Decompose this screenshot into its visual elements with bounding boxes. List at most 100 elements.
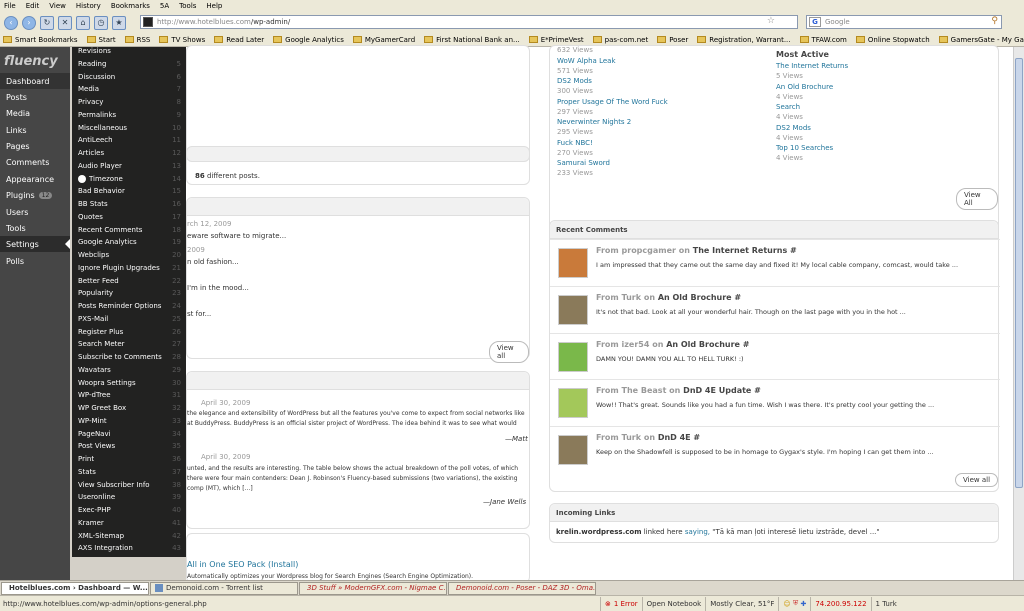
search-icon[interactable]: ⚲	[991, 16, 998, 26]
puzzle-icon[interactable]: ✚	[800, 600, 806, 608]
menu-history[interactable]: History	[76, 2, 101, 10]
menu-edit[interactable]: Edit	[26, 2, 40, 10]
settings-submenu-articles[interactable]: Articles 12	[78, 147, 184, 159]
tab-3d-stuff[interactable]: 3D Stuff » ModernGFX.com - Nigmae C...	[299, 581, 447, 595]
popular-1-title[interactable]: WoW Alpha Leak	[557, 57, 616, 65]
bookmark-first-national-bank[interactable]: First National Bank an...	[424, 36, 520, 44]
plugin-install-link[interactable]: All in One SEO Pack (Install)	[187, 560, 298, 569]
incoming-source[interactable]: krelin.wordpress.com	[556, 528, 642, 536]
settings-submenu-pxs-mail[interactable]: PXS-Mail 25	[78, 313, 184, 325]
settings-submenu-kramer[interactable]: Kramer 41	[78, 517, 184, 529]
bookmark-pas-com[interactable]: pas-com.net	[592, 36, 648, 44]
settings-submenu-privacy[interactable]: Privacy 8	[78, 96, 184, 108]
weather-indicator[interactable]: Mostly Clear, 51°F	[705, 596, 778, 611]
bookmark-tfaw[interactable]: TFAW.com	[799, 36, 847, 44]
tab-demonoid-torrents[interactable]: Demonoid.com - Torrent list	[150, 581, 298, 595]
settings-submenu-wavatars[interactable]: Wavatars 29	[78, 364, 184, 376]
settings-submenu-popularity[interactable]: Popularity 23	[78, 287, 184, 299]
sidebar-item-links[interactable]: Links	[0, 122, 70, 138]
comment-post-link[interactable]: The Internet Returns #	[693, 246, 797, 255]
bookmark-registration[interactable]: Registration, Warrant...	[697, 36, 791, 44]
settings-submenu-media[interactable]: Media 7	[78, 83, 184, 95]
popular-5-title[interactable]: Fuck NBC!	[557, 139, 593, 147]
settings-submenu-quotes[interactable]: Quotes 17	[78, 211, 184, 223]
back-icon[interactable]: ‹	[4, 15, 18, 30]
bookmark-poser[interactable]: Poser	[657, 36, 688, 44]
bookmark-mygamercard[interactable]: MyGamerCard	[352, 36, 415, 44]
bookmark-rss[interactable]: RSS	[124, 36, 150, 44]
history-icon[interactable]: ◷	[94, 15, 108, 30]
popular-6-title[interactable]: Samurai Sword	[557, 159, 610, 167]
bookmark-online-stopwatch[interactable]: Online Stopwatch	[855, 36, 930, 44]
settings-submenu-print[interactable]: Print 36	[78, 453, 184, 465]
url-input[interactable]: http://www.hotelblues.com/wp-admin/ ☆	[140, 15, 798, 29]
bookmark-eprimevest[interactable]: E*PrimeVest	[528, 36, 584, 44]
settings-submenu-posts-reminder-options[interactable]: Posts Reminder Options 24	[78, 300, 184, 312]
settings-submenu-permalinks[interactable]: Permalinks 9	[78, 109, 184, 121]
active-3-title[interactable]: Search	[776, 103, 800, 111]
bookmark-start[interactable]: Start	[86, 36, 116, 44]
settings-submenu-discussion[interactable]: Discussion 6	[78, 71, 184, 83]
sidebar-item-plugins[interactable]: Plugins 12	[0, 187, 70, 203]
settings-submenu-miscellaneous[interactable]: Miscellaneous 10	[78, 122, 184, 134]
settings-submenu-post-views[interactable]: Post Views 35	[78, 440, 184, 452]
settings-submenu-xml-sitemap[interactable]: XML-Sitemap 42	[78, 530, 184, 542]
settings-submenu-stats[interactable]: Stats 37	[78, 466, 184, 478]
settings-submenu-bb-stats[interactable]: BB Stats 16	[78, 198, 184, 210]
settings-submenu-exec-php[interactable]: Exec-PHP 40	[78, 504, 184, 516]
open-notebook-button[interactable]: Open Notebook	[641, 596, 706, 611]
popular-4-title[interactable]: Neverwinter Nights 2	[557, 118, 631, 126]
settings-submenu-recent-comments[interactable]: Recent Comments 18	[78, 224, 184, 236]
settings-submenu-wp-greet-box[interactable]: WP Greet Box 32	[78, 402, 184, 414]
shield-icon[interactable]: ⛨	[793, 599, 798, 608]
sidebar-item-appearance[interactable]: Appearance	[0, 171, 70, 187]
sidebar-item-settings[interactable]: Settings	[0, 236, 70, 252]
bookmark-google-analytics[interactable]: Google Analytics	[273, 36, 344, 44]
forward-icon[interactable]: ›	[22, 15, 36, 30]
bookmark-read-later[interactable]: Read Later	[214, 36, 264, 44]
page-scrollbar[interactable]	[1013, 47, 1024, 580]
settings-submenu-webclips[interactable]: Webclips 20	[78, 249, 184, 261]
settings-submenu-audio-player[interactable]: Audio Player 13	[78, 160, 184, 172]
google-icon[interactable]: G	[809, 17, 821, 27]
menu-bookmarks[interactable]: Bookmarks	[111, 2, 150, 10]
tab-hotelblues[interactable]: Hotelblues.com › Dashboard — W...	[1, 581, 149, 595]
sidebar-item-dashboard[interactable]: Dashboard	[0, 73, 70, 89]
sidebar-item-users[interactable]: Users	[0, 204, 70, 220]
sidebar-item-polls[interactable]: Polls	[0, 253, 70, 269]
sidebar-item-comments[interactable]: Comments	[0, 154, 70, 170]
menu-5a[interactable]: 5A	[160, 2, 169, 10]
active-1-title[interactable]: The Internet Returns	[776, 62, 848, 70]
smiley-icon[interactable]: ☺	[783, 600, 790, 608]
drafts-view-all-button[interactable]: View all	[489, 341, 529, 363]
bookmark-gamersgate[interactable]: GamersGate - My Ga...	[938, 36, 1024, 44]
popular-view-all-button[interactable]: View All	[956, 188, 998, 210]
comment-post-link[interactable]: An Old Brochure #	[666, 340, 749, 349]
sidebar-item-tools[interactable]: Tools	[0, 220, 70, 236]
scrollbar-thumb[interactable]	[1015, 58, 1023, 488]
home-icon[interactable]: ⌂	[76, 15, 90, 30]
tab-demonoid-poser[interactable]: Demonoid.com - Poser - DAZ 3D - Oma...	[448, 581, 596, 595]
error-indicator[interactable]: ⊗ 1 Error	[600, 596, 642, 611]
popular-3-title[interactable]: Proper Usage Of The Word Fuck	[557, 98, 668, 106]
comment-post-link[interactable]: DnD 4E #	[658, 433, 700, 442]
star-bookmark-icon[interactable]: ☆	[767, 16, 775, 26]
settings-submenu-axs-integration[interactable]: AXS Integration 43	[78, 542, 184, 554]
settings-submenu-google-analytics[interactable]: Google Analytics 19	[78, 236, 184, 248]
settings-submenu-wp-dtree[interactable]: WP-dTree 31	[78, 389, 184, 401]
incoming-saying-link[interactable]: saying,	[685, 528, 710, 536]
comments-view-all-button[interactable]: View all	[955, 473, 998, 487]
reload-icon[interactable]: ↻	[40, 15, 54, 30]
settings-submenu-antileech[interactable]: AntiLeech 11	[78, 134, 184, 146]
stop-icon[interactable]: ✕	[58, 15, 72, 30]
comment-post-link[interactable]: An Old Brochure #	[658, 293, 741, 302]
menu-view[interactable]: View	[49, 2, 66, 10]
settings-submenu-search-meter[interactable]: Search Meter 27	[78, 338, 184, 350]
settings-submenu-bad-behavior[interactable]: Bad Behavior 15	[78, 185, 184, 197]
settings-submenu-timezone[interactable]: Timezone 14	[78, 173, 184, 185]
active-5-title[interactable]: Top 10 Searches	[776, 144, 833, 152]
menu-help[interactable]: Help	[206, 2, 222, 10]
sidebar-item-posts[interactable]: Posts	[0, 89, 70, 105]
settings-submenu-pagenavi[interactable]: PageNavi 34	[78, 428, 184, 440]
active-2-title[interactable]: An Old Brochure	[776, 83, 833, 91]
